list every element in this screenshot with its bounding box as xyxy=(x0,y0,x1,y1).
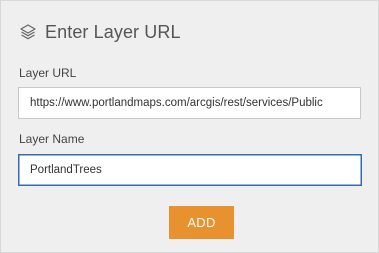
panel-title: Enter Layer URL xyxy=(45,21,181,42)
add-button[interactable]: ADD xyxy=(169,206,234,239)
enter-layer-url-panel: Enter Layer URL Layer URL Layer Name ADD xyxy=(0,0,379,253)
layer-url-label: Layer URL xyxy=(19,66,77,80)
layer-url-input[interactable] xyxy=(18,87,361,119)
panel-header: Enter Layer URL xyxy=(19,20,181,44)
layer-name-label: Layer Name xyxy=(19,132,85,146)
layer-name-input[interactable] xyxy=(18,154,362,186)
layers-icon xyxy=(19,23,37,41)
